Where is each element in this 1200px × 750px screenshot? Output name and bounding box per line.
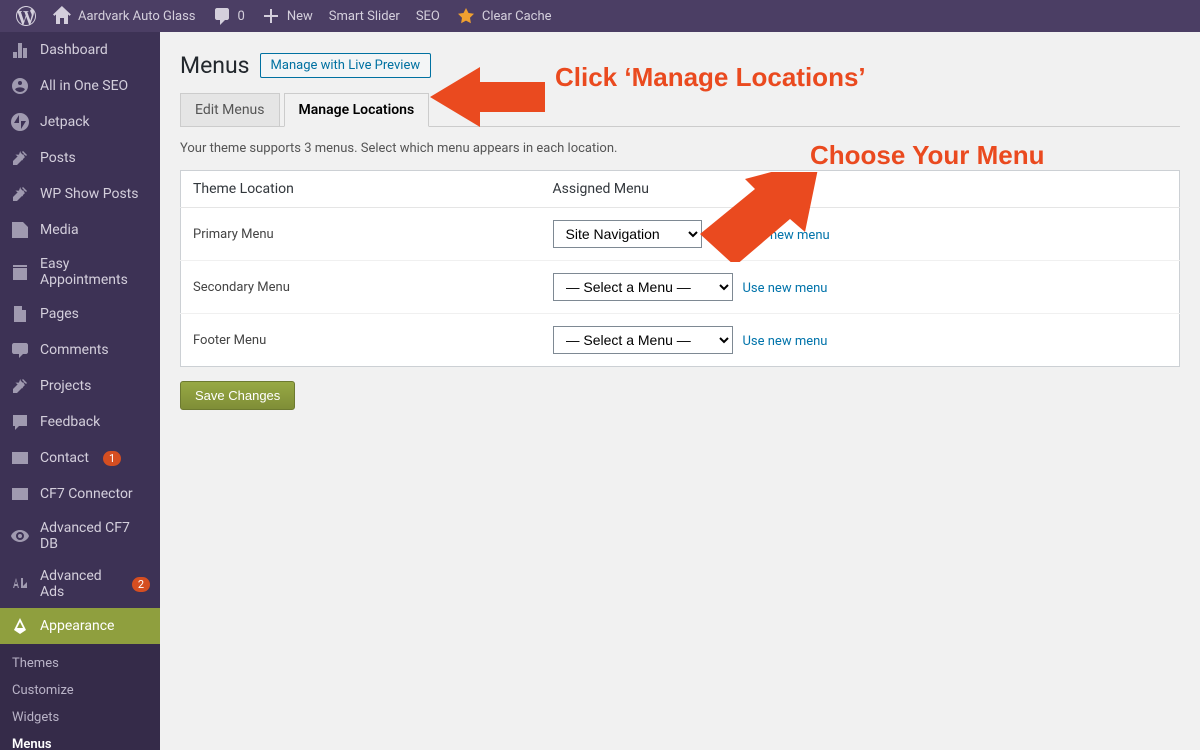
col-header-location: Theme Location: [181, 171, 541, 208]
location-name: Secondary Menu: [181, 261, 541, 314]
site-name: Aardvark Auto Glass: [78, 9, 196, 24]
admin-sidebar: Dashboard All in One SEO Jetpack Posts WP Sh…: [0, 32, 160, 750]
new-link[interactable]: New: [253, 0, 321, 32]
comment-icon: [212, 6, 232, 26]
sidebar-item-posts[interactable]: Posts: [0, 140, 160, 176]
sidebar-item-label: Projects: [40, 378, 91, 394]
mail-icon: [10, 448, 30, 468]
location-name: Primary Menu: [181, 208, 541, 261]
eye-icon: [10, 526, 30, 546]
assigned-menu-select[interactable]: — Select a Menu —: [553, 273, 733, 301]
sidebar-item-comments[interactable]: Comments: [0, 332, 160, 368]
submenu-item-menus[interactable]: Menus: [0, 731, 160, 750]
comments-link[interactable]: 0: [204, 0, 253, 32]
sidebar-item-easy-appointments[interactable]: Easy Appointments: [0, 248, 160, 296]
comments-count: 0: [238, 9, 245, 24]
aioseo-icon: [10, 76, 30, 96]
sidebar-item-label: Jetpack: [40, 114, 90, 130]
mail-icon: [10, 484, 30, 504]
dashboard-icon: [10, 40, 30, 60]
sidebar-item-pages[interactable]: Pages: [0, 296, 160, 332]
submenu-item-customize[interactable]: Customize: [0, 677, 160, 704]
jetpack-icon: [10, 112, 30, 132]
ads-icon: [10, 574, 30, 594]
sidebar-item-projects[interactable]: Projects: [0, 368, 160, 404]
sidebar-item-appearance[interactable]: Appearance: [0, 608, 160, 644]
nav-tabs: Edit Menus Manage Locations: [180, 93, 1180, 127]
wordpress-icon: [16, 6, 36, 26]
main-content: Menus Manage with Live Preview Edit Menu…: [160, 32, 1200, 750]
sidebar-item-label: Advanced CF7 DB: [40, 520, 150, 552]
admin-bar: Aardvark Auto Glass 0 New Smart Slider S…: [0, 0, 1200, 32]
calendar-icon: [10, 262, 30, 282]
sidebar-item-label: Comments: [40, 342, 109, 358]
sidebar-item-label: Posts: [40, 150, 76, 166]
comment-icon: [10, 340, 30, 360]
pin-icon: [10, 184, 30, 204]
badge: 2: [132, 577, 150, 592]
live-preview-button[interactable]: Manage with Live Preview: [260, 53, 432, 78]
location-row: Primary MenuSite NavigationEdit|Use new …: [181, 208, 1180, 261]
sidebar-item-label: Advanced Ads: [40, 568, 118, 600]
pin-icon: [10, 376, 30, 396]
tab-edit-menus[interactable]: Edit Menus: [180, 93, 280, 126]
sidebar-item-all-in-one-seo[interactable]: All in One SEO: [0, 68, 160, 104]
badge: 1: [103, 451, 121, 466]
sidebar-item-advanced-cf7-db[interactable]: Advanced CF7 DB: [0, 512, 160, 560]
appearance-submenu: ThemesCustomizeWidgetsMenusBackground: [0, 644, 160, 750]
page-title: Menus: [180, 52, 250, 79]
submenu-item-themes[interactable]: Themes: [0, 650, 160, 677]
sidebar-item-label: Contact: [40, 450, 89, 466]
col-header-assigned: Assigned Menu: [541, 171, 1180, 208]
media-icon: [10, 220, 30, 240]
site-link[interactable]: Aardvark Auto Glass: [44, 0, 204, 32]
save-button[interactable]: Save Changes: [180, 381, 295, 410]
use-new-menu-link[interactable]: Use new menu: [743, 281, 828, 296]
sidebar-item-label: Pages: [40, 306, 79, 322]
sidebar-item-label: Media: [40, 222, 79, 238]
edit-menu-link[interactable]: Edit: [712, 228, 734, 243]
appearance-icon: [10, 616, 30, 636]
sidebar-item-feedback[interactable]: Feedback: [0, 404, 160, 440]
sidebar-item-label: All in One SEO: [40, 78, 128, 94]
submenu-item-widgets[interactable]: Widgets: [0, 704, 160, 731]
seo-link[interactable]: SEO: [408, 0, 448, 32]
use-new-menu-link[interactable]: Use new menu: [745, 228, 830, 243]
sidebar-item-label: Feedback: [40, 414, 100, 430]
page-icon: [10, 304, 30, 324]
assigned-menu-select[interactable]: Site Navigation: [553, 220, 702, 248]
sidebar-item-media[interactable]: Media: [0, 212, 160, 248]
locations-table: Theme Location Assigned Menu Primary Men…: [180, 170, 1180, 367]
smart-slider-link[interactable]: Smart Slider: [321, 0, 408, 32]
wp-logo[interactable]: [8, 0, 44, 32]
sidebar-item-cf7-connector[interactable]: CF7 Connector: [0, 476, 160, 512]
location-row: Footer Menu — Select a Menu — Use new menu: [181, 314, 1180, 367]
new-label: New: [287, 9, 313, 24]
sidebar-item-contact[interactable]: Contact 1: [0, 440, 160, 476]
feedback-icon: [10, 412, 30, 432]
intro-text: Your theme supports 3 menus. Select whic…: [180, 141, 1180, 156]
clear-cache-link[interactable]: Clear Cache: [448, 0, 560, 32]
cache-icon: [456, 6, 476, 26]
sidebar-item-label: WP Show Posts: [40, 186, 139, 202]
tab-manage-locations[interactable]: Manage Locations: [284, 93, 430, 127]
sidebar-item-dashboard[interactable]: Dashboard: [0, 32, 160, 68]
plus-icon: [261, 6, 281, 26]
sidebar-item-wp-show-posts[interactable]: WP Show Posts: [0, 176, 160, 212]
home-icon: [52, 6, 72, 26]
assigned-menu-select[interactable]: — Select a Menu —: [553, 326, 733, 354]
location-row: Secondary Menu — Select a Menu — Use new m…: [181, 261, 1180, 314]
location-name: Footer Menu: [181, 314, 541, 367]
sidebar-item-label: Dashboard: [40, 42, 108, 58]
sidebar-item-jetpack[interactable]: Jetpack: [0, 104, 160, 140]
sidebar-item-label: Easy Appointments: [40, 256, 150, 288]
sidebar-item-label: Appearance: [40, 618, 114, 634]
use-new-menu-link[interactable]: Use new menu: [743, 334, 828, 349]
pin-icon: [10, 148, 30, 168]
sidebar-item-advanced-ads[interactable]: Advanced Ads 2: [0, 560, 160, 608]
sidebar-item-label: CF7 Connector: [40, 486, 133, 502]
